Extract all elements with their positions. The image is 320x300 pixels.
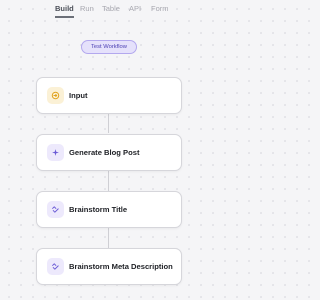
node-label: Generate Blog Post <box>69 148 140 157</box>
connector-line <box>108 113 109 133</box>
node-input[interactable]: Input <box>36 77 182 114</box>
input-icon <box>47 87 64 104</box>
node-label: Brainstorm Title <box>69 205 128 214</box>
tab-run[interactable]: Run <box>80 4 94 13</box>
node-label: Input <box>69 91 88 100</box>
tab-table[interactable]: Table <box>102 4 120 13</box>
tab-build-label: Build <box>55 4 74 13</box>
workflow-name-button[interactable]: Test Workflow <box>81 40 137 54</box>
sparkle-icon <box>47 144 64 161</box>
connector-line <box>108 228 109 248</box>
node-brainstorm-meta-description[interactable]: Brainstorm Meta Description <box>36 248 182 285</box>
node-brainstorm-title[interactable]: Brainstorm Title <box>36 191 182 228</box>
connector-line <box>108 170 109 191</box>
node-generate-blog-post[interactable]: Generate Blog Post <box>36 134 182 171</box>
link-icon <box>47 201 64 218</box>
view-tabs: Build Run Table API Form <box>0 0 222 18</box>
node-label: Brainstorm Meta Description <box>69 262 173 271</box>
active-tab-indicator <box>55 16 74 18</box>
tab-api[interactable]: API <box>129 4 141 13</box>
tab-build[interactable]: Build <box>55 4 74 18</box>
link-icon <box>47 258 64 275</box>
tab-form[interactable]: Form <box>151 4 169 13</box>
